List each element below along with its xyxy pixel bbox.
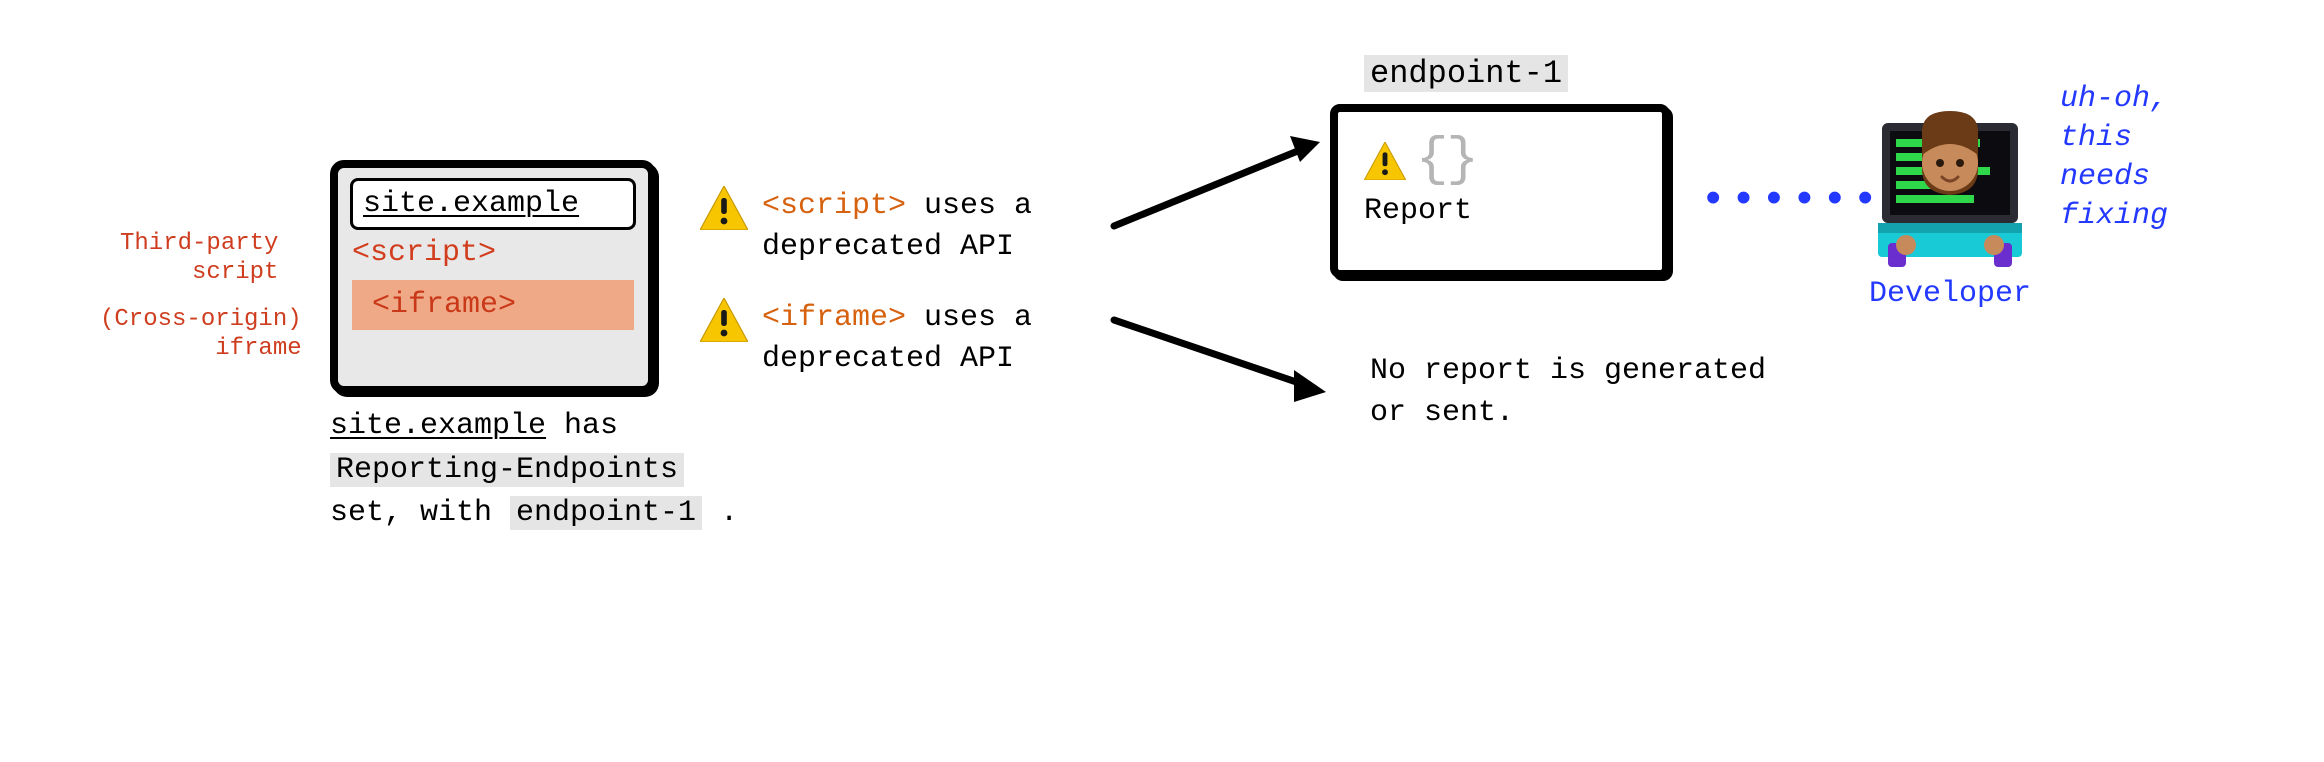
warning-iframe-text: <iframe> uses a deprecated API [762, 298, 1150, 379]
warning-script-text: <script> uses a deprecated API [762, 186, 1150, 267]
annotation-cross-origin-iframe: (Cross-origin) iframe [100, 306, 302, 364]
developer-thought: uh-oh, this needs fixing [2060, 80, 2260, 236]
report-label: Report [1364, 194, 1636, 228]
warning-iframe-code: <iframe> [762, 301, 906, 335]
caption-period: . [702, 496, 738, 530]
developer-icon [1860, 105, 2040, 275]
script-tag-label: <script> [352, 236, 634, 270]
caption-has: has [546, 409, 618, 443]
caption-endpoint: endpoint-1 [510, 496, 702, 530]
caption-header: Reporting-Endpoints [330, 453, 684, 487]
annotation-third-party-script: Third-party script [120, 230, 278, 288]
browser-caption: site.example has Reporting-Endpoints set… [330, 405, 800, 536]
arrow-to-no-report [1110, 310, 1340, 410]
braces-icon: {} [1416, 134, 1477, 188]
no-report-text: No report is generated or sent. [1370, 350, 1770, 434]
developer-label: Developer [1850, 277, 2050, 311]
endpoint-label-text: endpoint-1 [1364, 55, 1568, 92]
arrow-to-endpoint [1110, 130, 1330, 240]
warning-script: <script> uses a deprecated API [700, 186, 1150, 267]
report-row: {} [1364, 134, 1636, 188]
caption-set-with: set, with [330, 496, 510, 530]
browser-window: site.example <script> <iframe> [330, 160, 656, 394]
warning-icon [700, 186, 748, 230]
address-bar: site.example [350, 178, 636, 230]
warning-script-code: <script> [762, 189, 906, 223]
iframe-tag-label: <iframe> [352, 280, 634, 330]
browser-body: <script> <iframe> [338, 236, 648, 340]
address-bar-url: site.example [363, 187, 579, 221]
warning-iframe: <iframe> uses a deprecated API [700, 298, 1150, 379]
report-box: {} Report [1330, 104, 1670, 278]
warning-icon [700, 298, 748, 342]
developer-figure: Developer [1850, 105, 2050, 311]
warning-icon [1364, 142, 1406, 180]
endpoint-label: endpoint-1 [1364, 55, 1568, 92]
caption-site: site.example [330, 409, 546, 443]
